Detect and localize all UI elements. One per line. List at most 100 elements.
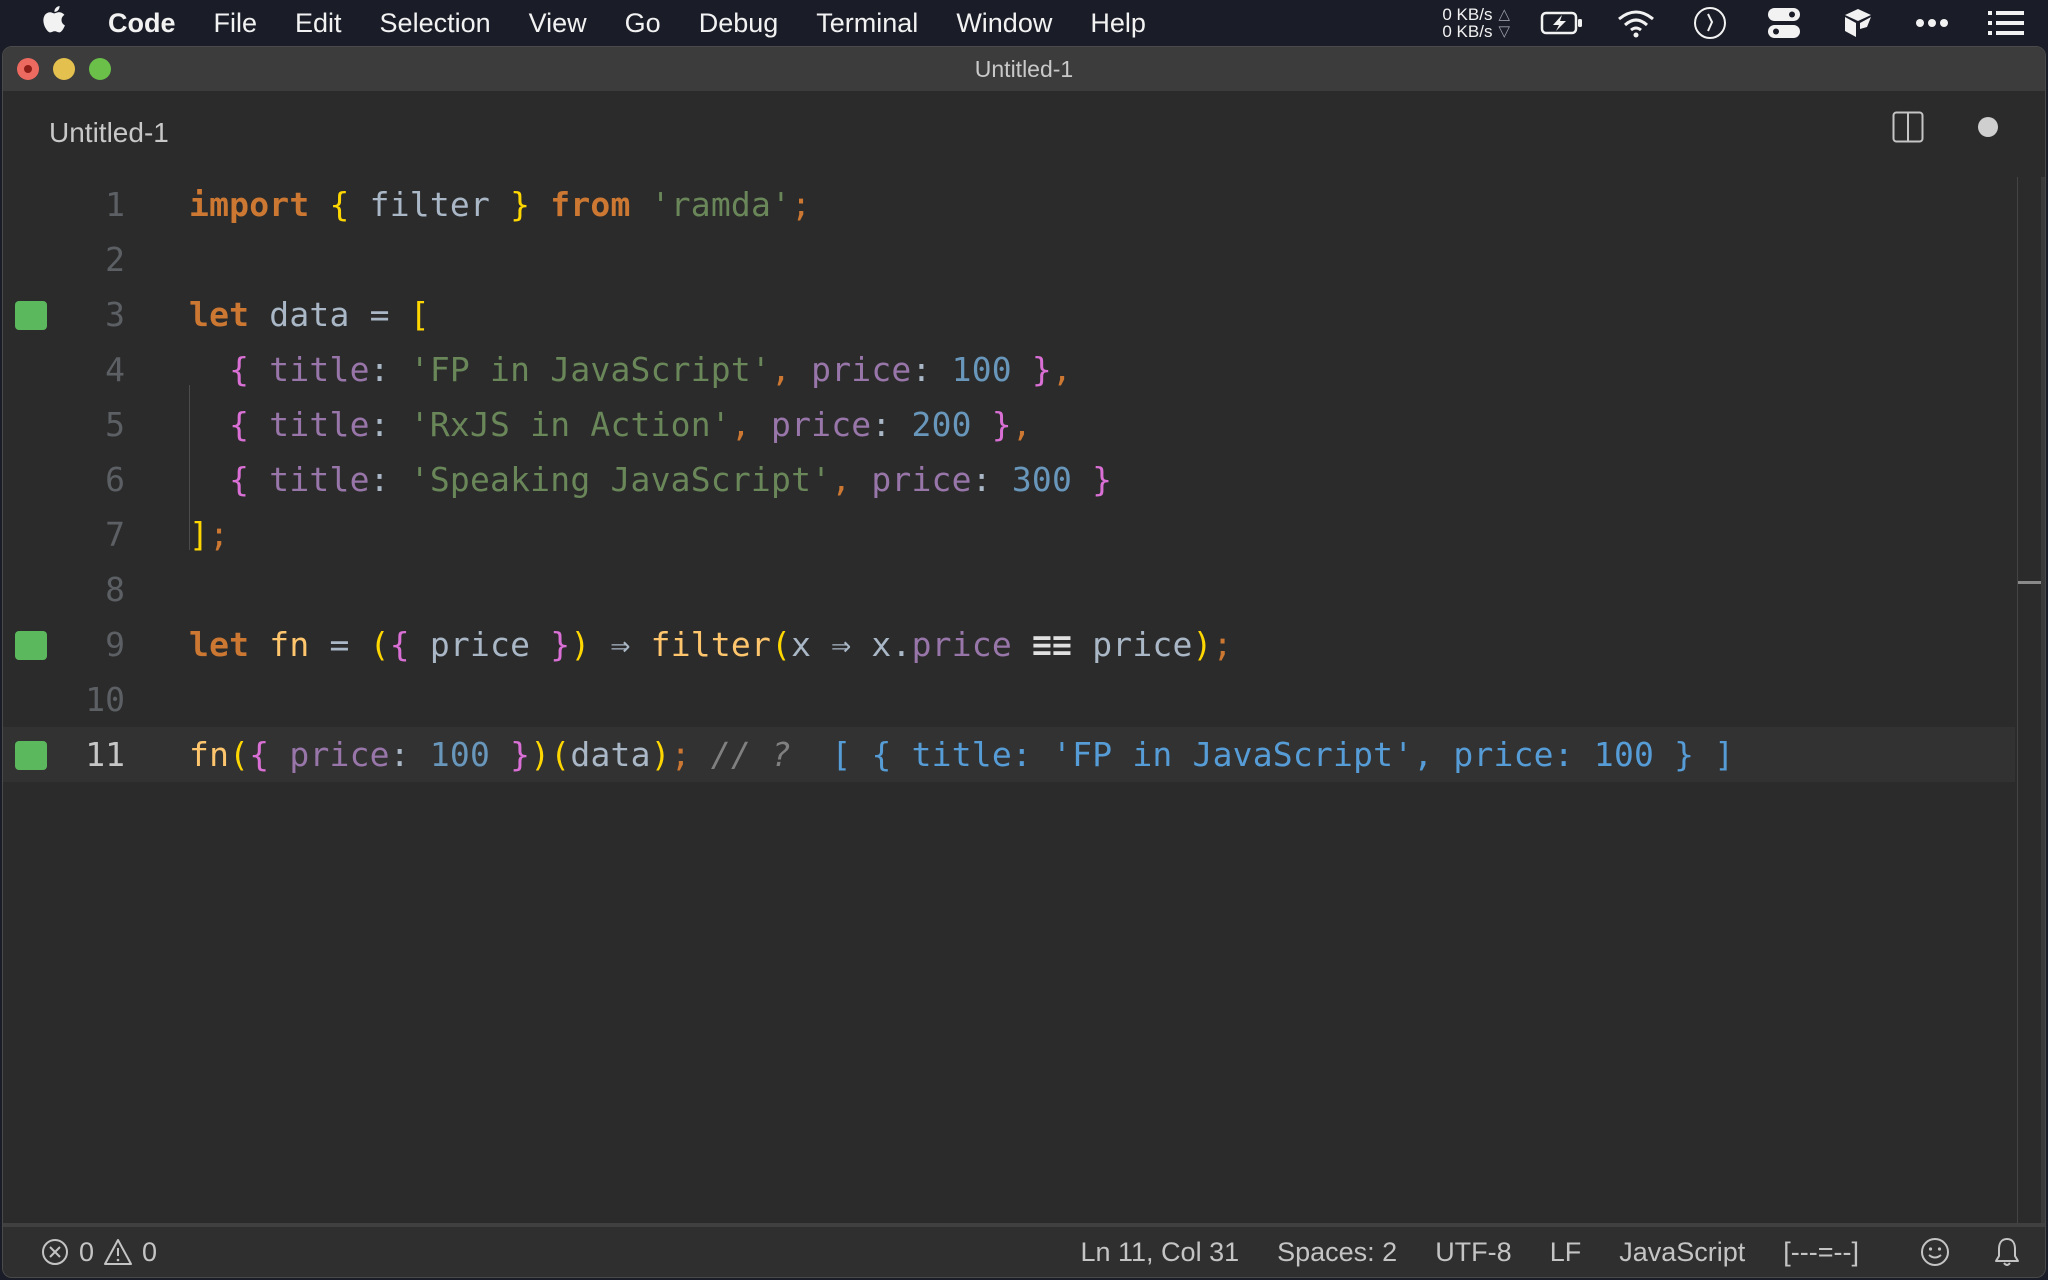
gutter-coverage-marker[interactable] [15,631,47,660]
menu-go[interactable]: Go [625,8,661,39]
gutter-coverage-marker[interactable] [15,741,47,770]
line-number: 6 [105,460,125,499]
line-number: 4 [105,350,125,389]
network-speed-widget[interactable]: 0 KB/s 0 KB/s △ ▽ [1442,6,1510,40]
code-token: ⇒ [831,625,852,664]
code-comment: // ? [710,735,792,774]
maximize-window-button[interactable] [89,58,111,80]
code-line[interactable]: 5 { title: 'RxJS in Action', price: 200 … [3,397,2015,452]
menu-edit[interactable]: Edit [295,8,342,39]
menu-view[interactable]: View [529,8,587,39]
net-upload-rate: 0 KB/s [1442,5,1493,24]
code-token: 100 [429,735,491,774]
code-token: , [831,460,852,499]
code-token: = [309,625,370,664]
line-number: 9 [105,625,125,664]
menu-help[interactable]: Help [1090,8,1146,39]
code-token: : [389,735,430,774]
battery-charging-icon[interactable] [1540,6,1584,40]
code-line[interactable]: 3 let data = [ [3,287,2015,342]
window-controls [17,58,111,80]
file-encoding[interactable]: UTF-8 [1435,1237,1512,1268]
code-token: 300 [1011,460,1073,499]
code-token: ; [209,515,230,554]
code-line[interactable]: 9 let fn = ({ price }) ⇒ filter(x ⇒ x.pri… [3,617,2015,672]
macos-menubar: Code File Edit Selection View Go Debug T… [0,0,2048,46]
code-line[interactable]: 4 { title: 'FP in JavaScript', price: 10… [3,342,2015,397]
code-editor[interactable]: 1 import { filter } from 'ramda'; 2 3 let da… [3,177,2045,1229]
code-token: 100 [951,350,1012,389]
line-number: 1 [105,185,125,224]
wifi-icon[interactable] [1614,6,1658,40]
split-editor-icon[interactable] [1892,111,1924,143]
menu-debug[interactable]: Debug [699,8,779,39]
tab-untitled-1[interactable]: Untitled-1 [49,117,169,149]
code-line[interactable]: 10 [3,672,2015,727]
code-token: ; [670,735,691,774]
code-token: : [369,405,410,444]
gutter-coverage-marker[interactable] [15,301,47,330]
warning-triangle-icon [102,1236,134,1268]
language-mode[interactable]: JavaScript [1619,1237,1745,1268]
code-line[interactable]: 7]; [3,507,2015,562]
extension-status[interactable]: [---=--] [1783,1237,1859,1268]
code-line[interactable]: 1 import { filter } from 'ramda'; [3,177,2015,232]
cube-icon[interactable] [1836,6,1880,40]
net-download-rate: 0 KB/s [1442,22,1493,41]
window-title: Untitled-1 [974,55,1074,82]
menu-app-code[interactable]: Code [108,8,176,39]
editor-tab-bar: Untitled-1 [3,91,2045,177]
code-token: price [409,625,551,664]
code-token: ( [550,735,571,774]
code-token: price [1072,625,1193,664]
toggle-switches-icon[interactable] [1762,6,1806,40]
apple-logo-icon[interactable] [40,4,94,42]
list-icon[interactable] [1984,6,2028,40]
code-token: x [791,625,832,664]
menu-file[interactable]: File [214,8,258,39]
cursor-position[interactable]: Ln 11, Col 31 [1080,1237,1239,1268]
code-token: 'Speaking JavaScript' [409,460,832,499]
window-titlebar[interactable]: Untitled-1 [3,47,2045,91]
code-token: price [771,405,872,444]
code-line[interactable]: 6 { title: 'Speaking JavaScript', price:… [3,452,2015,507]
end-of-line-sequence[interactable]: LF [1550,1237,1582,1268]
menu-window[interactable]: Window [956,8,1052,39]
indentation-setting[interactable]: Spaces: 2 [1277,1237,1397,1268]
code-token: filter [349,185,511,224]
unsaved-dot-icon[interactable] [1978,117,1998,137]
code-line[interactable]: 8 [3,562,2015,617]
bell-icon[interactable] [1991,1236,2023,1268]
smiley-icon[interactable] [1919,1236,1951,1268]
menu-terminal[interactable]: Terminal [816,8,918,39]
minimize-window-button[interactable] [53,58,75,80]
code-token: { [229,405,250,444]
code-token: data [570,735,651,774]
vertical-scrollbar[interactable] [2041,177,2045,1229]
code-token: { [389,625,410,664]
clock-icon[interactable] [1688,6,1732,40]
code-token: filter [650,625,772,664]
problems-indicator[interactable]: 0 0 [39,1236,157,1268]
code-text: { title: 'Speaking JavaScript', price: 3… [189,452,1112,507]
menu-selection[interactable]: Selection [380,8,491,39]
code-line[interactable]: 11 fn({ price: 100 })(data); // ? [ { tit… [3,727,2015,782]
code-line[interactable]: 2 [3,232,2015,287]
line-number: 2 [105,240,125,279]
code-token: title [269,460,370,499]
code-token: 200 [911,405,972,444]
code-token: , [730,405,751,444]
code-text: let data = [ [189,287,430,342]
code-token: price [871,460,972,499]
code-token: } [991,405,1012,444]
more-dots-icon[interactable] [1910,6,1954,40]
close-window-button[interactable] [17,58,39,80]
error-circle-icon [39,1236,71,1268]
